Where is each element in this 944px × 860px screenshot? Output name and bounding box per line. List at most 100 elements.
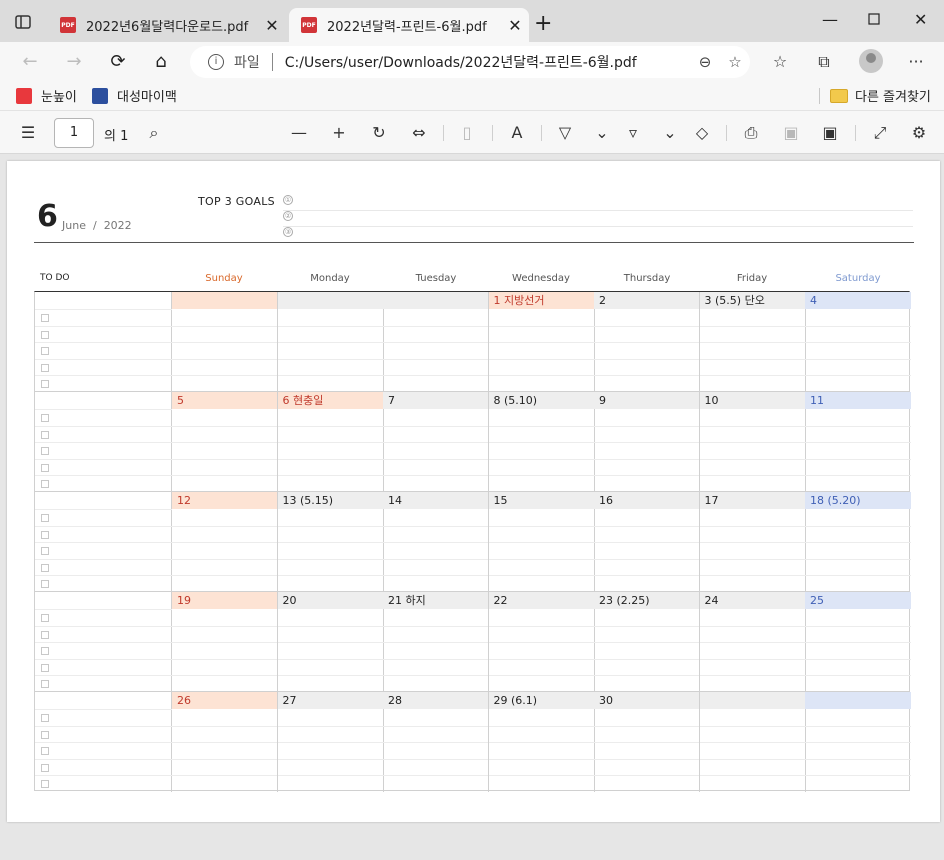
day-cell[interactable]: 11 — [805, 392, 911, 492]
todo-checkbox[interactable] — [41, 563, 49, 572]
profile-avatar[interactable] — [859, 49, 883, 73]
todo-checkbox[interactable] — [41, 480, 49, 489]
add-favorite-icon[interactable]: ☆ — [720, 53, 750, 71]
minimize-icon[interactable]: — — [822, 10, 838, 29]
draw-icon[interactable]: ▽ — [553, 121, 577, 145]
todo-checkbox[interactable] — [41, 330, 49, 339]
home-icon[interactable]: ⌂ — [149, 50, 173, 74]
forward-icon[interactable]: → — [62, 50, 86, 74]
todo-checkbox[interactable] — [41, 730, 49, 739]
eraser-icon[interactable]: ◇ — [690, 121, 714, 145]
todo-checkbox[interactable] — [41, 547, 49, 556]
todo-item[interactable] — [35, 525, 172, 543]
back-icon[interactable]: ← — [18, 50, 42, 74]
todo-checkbox[interactable] — [41, 763, 49, 772]
todo-item[interactable] — [35, 575, 172, 592]
chevron-down-icon[interactable]: ⌄ — [658, 121, 682, 145]
day-cell[interactable] — [277, 292, 384, 392]
day-cell[interactable] — [172, 292, 278, 392]
todo-item[interactable] — [35, 642, 172, 659]
collections-icon[interactable]: ⧉ — [811, 50, 837, 74]
save-as-icon[interactable]: ▣ — [818, 121, 842, 145]
todo-checkbox[interactable] — [41, 447, 49, 456]
highlight-icon[interactable]: ▿ — [621, 121, 645, 145]
info-icon[interactable]: i — [208, 54, 224, 70]
day-cell[interactable]: 22 — [488, 592, 595, 692]
day-cell[interactable]: 26 — [172, 692, 278, 792]
todo-item[interactable] — [35, 325, 172, 343]
todo-item[interactable] — [35, 375, 172, 392]
todo-item[interactable] — [35, 675, 172, 692]
address-bar[interactable]: i 파일 C:/Users/user/Downloads/2022년달력-프린트… — [190, 46, 750, 78]
tab-actions-icon[interactable] — [14, 13, 38, 37]
todo-checkbox[interactable] — [41, 630, 49, 639]
day-cell[interactable]: 27 — [277, 692, 384, 792]
todo-checkbox[interactable] — [41, 530, 49, 539]
day-cell[interactable]: 2 — [594, 292, 700, 392]
todo-item[interactable] — [35, 542, 172, 559]
maximize-icon[interactable] — [868, 10, 880, 29]
fit-width-icon[interactable]: ⇔ — [407, 121, 431, 145]
todo-item[interactable] — [35, 475, 172, 492]
todo-item[interactable] — [35, 425, 172, 443]
todo-item[interactable] — [35, 658, 172, 676]
more-menu-icon[interactable]: ··· — [903, 50, 929, 74]
todo-item[interactable] — [35, 442, 172, 459]
favorite-item[interactable]: 대성마이맥 — [92, 86, 177, 105]
day-cell[interactable]: 29 (6.1) — [488, 692, 595, 792]
zoom-out-icon[interactable]: — — [287, 121, 311, 145]
new-tab-icon[interactable]: + — [534, 12, 552, 36]
day-cell[interactable]: 30 — [594, 692, 700, 792]
day-cell[interactable] — [699, 692, 806, 792]
day-cell[interactable]: 18 (5.20) — [805, 492, 911, 592]
day-cell[interactable] — [383, 292, 489, 392]
pdf-viewer[interactable]: 6 June / 2022 TOP 3 GOALS ① ② ③ TO DO 1 … — [0, 154, 944, 860]
other-favorites-folder[interactable]: 다른 즐겨찾기 — [830, 86, 931, 105]
todo-checkbox[interactable] — [41, 414, 49, 422]
rotate-icon[interactable]: ↻ — [367, 121, 391, 145]
todo-item[interactable] — [35, 625, 172, 643]
todo-checkbox[interactable] — [41, 663, 49, 672]
day-cell[interactable]: 28 — [383, 692, 489, 792]
zoom-out-icon[interactable]: ⊖ — [690, 53, 720, 71]
todo-checkbox[interactable] — [41, 347, 49, 356]
read-aloud-icon[interactable]: A — [505, 121, 529, 145]
todo-checkbox[interactable] — [41, 380, 49, 389]
day-cell[interactable]: 15 — [488, 492, 595, 592]
page-view-icon[interactable]: ▯ — [455, 121, 479, 145]
close-window-icon[interactable]: ✕ — [914, 10, 927, 29]
url-text[interactable]: C:/Users/user/Downloads/2022년달력-프린트-6월.p… — [285, 52, 690, 72]
day-cell[interactable]: 16 — [594, 492, 700, 592]
todo-item[interactable] — [35, 458, 172, 476]
todo-item[interactable] — [35, 709, 172, 726]
todo-checkbox[interactable] — [41, 614, 49, 622]
todo-checkbox[interactable] — [41, 514, 49, 522]
todo-checkbox[interactable] — [41, 363, 49, 372]
close-tab-icon[interactable]: ✕ — [501, 16, 529, 35]
todo-checkbox[interactable] — [41, 747, 49, 756]
todo-item[interactable] — [35, 358, 172, 376]
day-cell[interactable]: 5 — [172, 392, 278, 492]
contents-icon[interactable]: ☰ — [16, 121, 40, 145]
save-icon[interactable]: ▣ — [779, 121, 803, 145]
day-cell[interactable]: 12 — [172, 492, 278, 592]
todo-checkbox[interactable] — [41, 714, 49, 722]
todo-item[interactable] — [35, 309, 172, 326]
day-cell[interactable]: 23 (2.25) — [594, 592, 700, 692]
day-cell[interactable]: 17 — [699, 492, 806, 592]
day-cell[interactable]: 3 (5.5) 단오 — [699, 292, 806, 392]
tab-active[interactable]: PDF 2022년달력-프린트-6월.pdf ✕ — [289, 8, 529, 42]
todo-item[interactable] — [35, 758, 172, 776]
todo-checkbox[interactable] — [41, 680, 49, 689]
day-cell[interactable]: 8 (5.10) — [488, 392, 595, 492]
day-cell[interactable]: 9 — [594, 392, 700, 492]
favorites-icon[interactable]: ☆ — [767, 50, 793, 74]
favorite-item[interactable]: 눈높이 — [16, 86, 77, 105]
todo-checkbox[interactable] — [41, 314, 49, 322]
todo-item[interactable] — [35, 742, 172, 759]
todo-item[interactable] — [35, 558, 172, 576]
day-cell[interactable]: 24 — [699, 592, 806, 692]
day-cell[interactable]: 10 — [699, 392, 806, 492]
day-cell[interactable]: 20 — [277, 592, 384, 692]
day-cell[interactable]: 7 — [383, 392, 489, 492]
